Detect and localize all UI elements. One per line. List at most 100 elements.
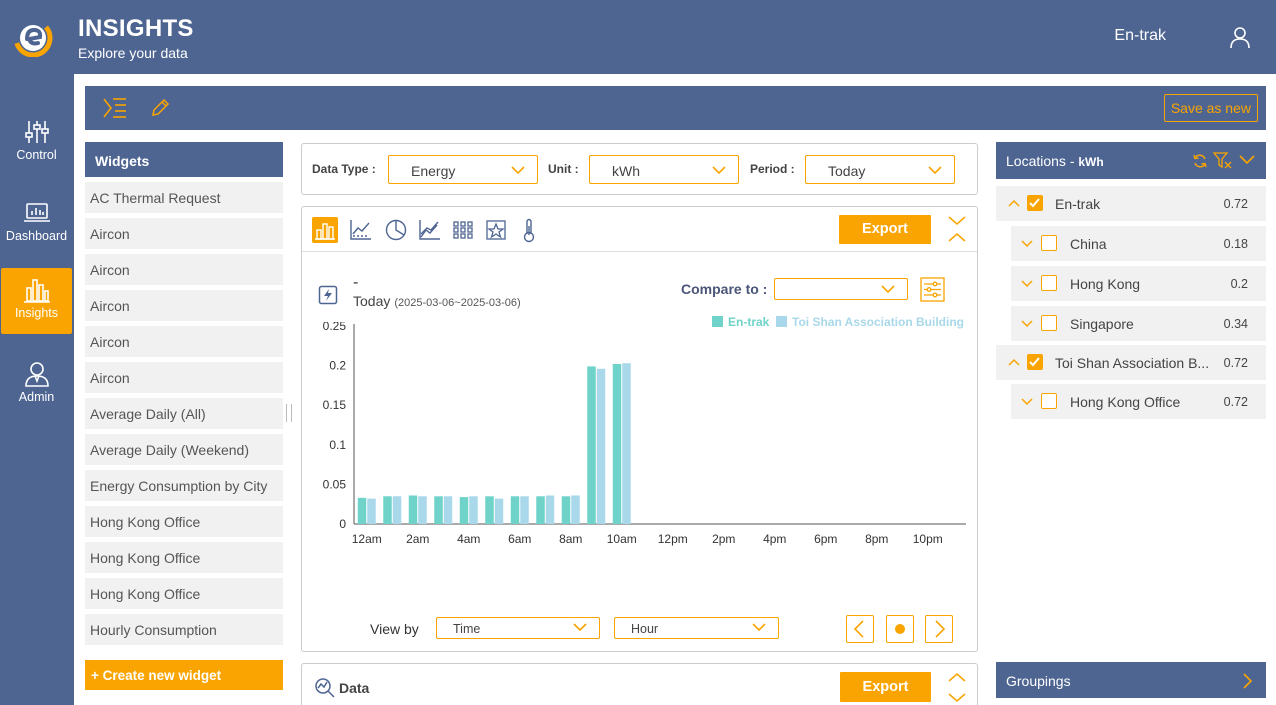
unit-select[interactable]: kWh — [589, 155, 739, 184]
chevron-up-icon[interactable] — [1008, 357, 1020, 368]
nav-item-admin[interactable]: Admin — [1, 352, 72, 418]
location-name: Toi Shan Association B... — [1055, 355, 1210, 371]
widget-list-item[interactable]: Hong Kong Office — [85, 578, 283, 609]
refresh-icon[interactable] — [1192, 153, 1208, 169]
location-row[interactable]: Hong Kong 0.2 — [1011, 266, 1266, 301]
thermometer-icon[interactable] — [516, 217, 542, 243]
widget-list-item[interactable]: Aircon — [85, 218, 283, 249]
location-row[interactable]: Toi Shan Association B... 0.72 — [996, 345, 1266, 380]
star-rating-icon[interactable] — [483, 217, 509, 243]
data-type-select[interactable]: Energy — [388, 155, 538, 184]
x-tick-label: 2am — [406, 532, 429, 546]
bar-toi-shan — [520, 496, 529, 524]
current-page-button[interactable] — [886, 615, 914, 643]
bar-chart-type-icon[interactable] — [312, 217, 338, 243]
location-checkbox[interactable] — [1041, 393, 1057, 409]
widget-list-item[interactable]: Average Daily (Weekend) — [85, 434, 283, 465]
chevron-down-icon[interactable] — [1021, 238, 1033, 249]
widget-list-item[interactable]: Energy Consumption by City — [85, 470, 283, 501]
compare-to-label: Compare to : — [681, 281, 768, 297]
chevron-down-icon[interactable] — [1021, 318, 1033, 329]
widget-list-item[interactable]: Aircon — [85, 290, 283, 321]
unit-value: kWh — [612, 163, 640, 179]
x-tick-label: 12am — [352, 532, 382, 546]
save-as-new-button[interactable]: Save as new — [1163, 94, 1258, 122]
checkmark-icon — [1029, 198, 1040, 208]
granularity-value: Hour — [631, 622, 659, 636]
nav-item-control[interactable]: Control — [1, 110, 72, 176]
user-icon[interactable] — [1228, 25, 1252, 49]
location-checkbox[interactable] — [1027, 354, 1043, 370]
chevron-down-icon[interactable] — [1021, 278, 1033, 289]
widget-list-item[interactable]: Aircon — [85, 362, 283, 393]
widget-list-item[interactable]: Aircon — [85, 326, 283, 357]
chevron-down-icon[interactable] — [1021, 396, 1033, 407]
location-row[interactable]: En-trak 0.72 — [996, 186, 1266, 221]
clear-filter-icon[interactable] — [1213, 152, 1232, 170]
entrak-logo-icon[interactable] — [12, 15, 54, 57]
widget-list-item[interactable]: Hourly Consumption — [85, 614, 283, 645]
chevron-left-icon — [853, 620, 864, 638]
view-by-value: Time — [453, 622, 481, 636]
data-export-button[interactable]: Export — [840, 672, 931, 702]
granularity-select[interactable]: Hour — [614, 617, 779, 639]
edit-pencil-icon[interactable] — [150, 98, 170, 118]
chevron-down-icon — [928, 166, 942, 175]
x-tick-label: 4pm — [763, 532, 786, 546]
compare-to-select[interactable] — [774, 278, 908, 300]
bar-entrak — [510, 496, 520, 524]
location-checkbox[interactable] — [1027, 195, 1043, 211]
locations-title-text: Locations - — [1006, 153, 1075, 169]
widget-list-item[interactable]: Hong Kong Office — [85, 542, 283, 573]
previous-page-button[interactable] — [846, 615, 874, 643]
x-tick-label: 8pm — [865, 532, 888, 546]
location-value: 0.72 — [1223, 356, 1248, 370]
groupings-panel[interactable]: Groupings — [996, 662, 1266, 698]
line-chart-type-icon[interactable] — [348, 217, 374, 243]
location-checkbox[interactable] — [1041, 315, 1057, 331]
collapse-menu-icon[interactable] — [102, 96, 128, 120]
location-row[interactable]: Hong Kong Office 0.72 — [1011, 384, 1266, 419]
create-widget-button[interactable]: + Create new widget — [85, 660, 283, 690]
heatmap-grid-icon[interactable] — [450, 217, 476, 243]
unit-label: Unit : — [548, 162, 579, 176]
next-page-button[interactable] — [925, 615, 953, 643]
widget-list-item[interactable]: Aircon — [85, 254, 283, 285]
widget-list-item[interactable]: AC Thermal Request — [85, 182, 283, 213]
data-search-chart-icon — [315, 678, 335, 698]
location-name: Singapore — [1070, 316, 1134, 332]
nav-item-insights[interactable]: Insights — [1, 268, 72, 334]
view-by-select[interactable]: Time — [436, 617, 600, 639]
y-tick-label: 0.1 — [329, 438, 346, 452]
user-name[interactable]: En-trak — [1114, 27, 1166, 45]
area-chart-type-icon[interactable] — [417, 217, 443, 243]
location-checkbox[interactable] — [1041, 235, 1057, 251]
location-row[interactable]: China 0.18 — [1011, 226, 1266, 261]
chevron-down-icon[interactable] — [1239, 154, 1255, 166]
collapse-expand-icon[interactable] — [947, 670, 967, 705]
filter-settings-icon[interactable] — [920, 277, 945, 302]
period-select[interactable]: Today — [805, 155, 955, 184]
location-row[interactable]: Singapore 0.34 — [1011, 306, 1266, 341]
main-content: Save as new Widgets AC Thermal Request Ai… — [74, 74, 1276, 705]
data-panel: Data Export — [301, 663, 978, 705]
bar-entrak — [459, 497, 469, 524]
chart-export-button[interactable]: Export — [839, 215, 931, 244]
collapse-expand-icon[interactable] — [947, 213, 967, 245]
chevron-right-icon — [935, 620, 946, 638]
chevron-up-icon[interactable] — [1008, 198, 1020, 209]
period-value: Today — [828, 163, 866, 179]
location-checkbox[interactable] — [1041, 275, 1057, 291]
bar-entrak — [561, 496, 571, 524]
widget-list-item[interactable]: Hong Kong Office — [85, 506, 283, 537]
x-tick-label: 10am — [607, 532, 637, 546]
filter-bar: Data Type : Energy Unit : kWh Period : T… — [301, 143, 978, 195]
app-subtitle: Explore your data — [78, 45, 188, 61]
locations-title: Locations - kWh — [1006, 153, 1104, 169]
panel-resize-handle[interactable] — [286, 404, 292, 422]
nav-item-dashboard[interactable]: Dashboard — [1, 191, 72, 257]
pie-chart-type-icon[interactable] — [383, 217, 409, 243]
bar-toi-shan — [392, 496, 402, 524]
bar-toi-shan — [443, 496, 453, 524]
widget-list-item[interactable]: Average Daily (All) — [85, 398, 283, 429]
